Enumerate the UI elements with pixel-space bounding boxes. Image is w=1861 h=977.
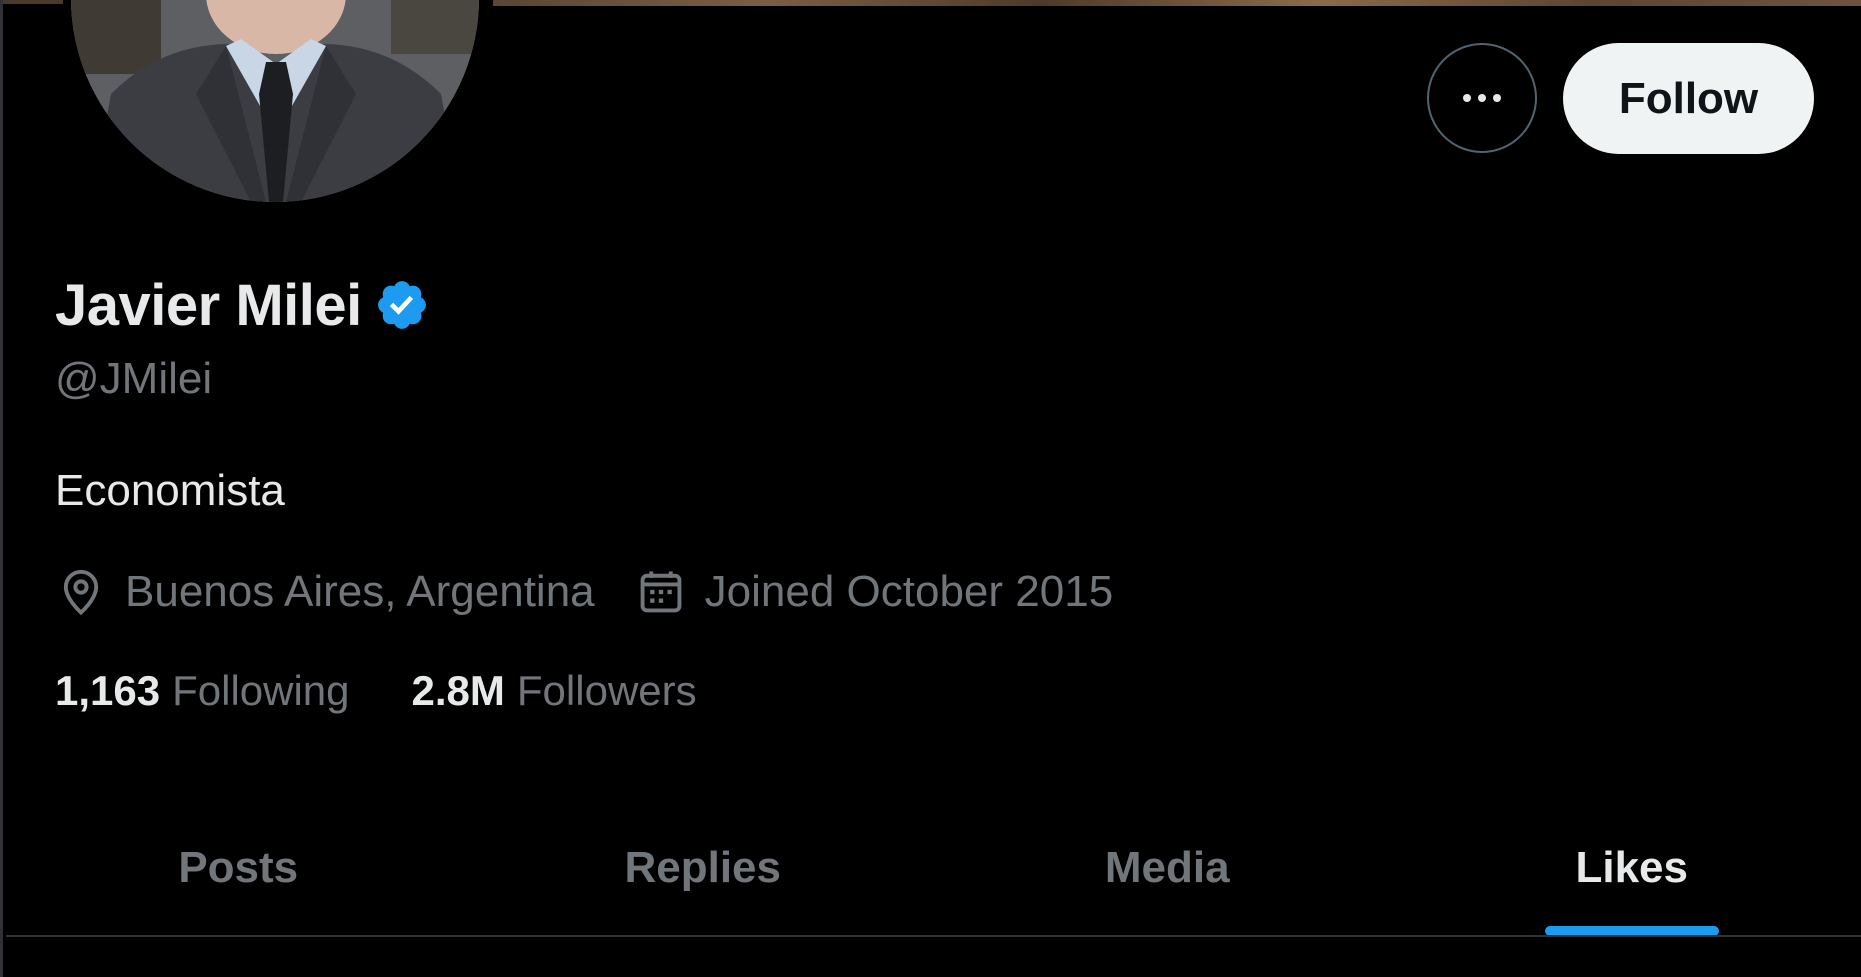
following-count: 1,163 [55, 667, 161, 714]
profile-bio: Economista [55, 466, 285, 515]
tabs-divider [6, 935, 1861, 937]
location-item: Buenos Aires, Argentina [55, 566, 595, 618]
following-link[interactable]: 1,163 Following [55, 667, 350, 715]
tab-posts-label: Posts [178, 843, 299, 892]
profile-name-row: Javier Milei [55, 270, 430, 340]
more-horizontal-icon [1463, 94, 1501, 102]
tab-media[interactable]: Media [935, 800, 1400, 936]
location-text: Buenos Aires, Argentina [125, 567, 595, 616]
followers-link[interactable]: 2.8M Followers [412, 667, 697, 715]
follow-button[interactable]: Follow [1563, 43, 1814, 154]
tab-media-label: Media [1104, 843, 1230, 892]
profile-header: Follow Javier Milei @JMilei Economista B… [0, 0, 1861, 977]
profile-name: Javier Milei [55, 272, 362, 338]
followers-count: 2.8M [411, 667, 505, 714]
banner-image[interactable] [493, 0, 1861, 6]
tab-posts[interactable]: Posts [6, 800, 471, 936]
joined-item: Joined October 2015 [635, 566, 1114, 618]
calendar-icon [635, 566, 687, 618]
more-options-button[interactable] [1427, 43, 1537, 153]
avatar[interactable] [67, 0, 483, 206]
following-label: Following [172, 667, 350, 714]
profile-meta: Buenos Aires, Argentina Joined October 2… [55, 560, 1153, 624]
verified-badge-icon[interactable] [374, 277, 430, 333]
avatar-photo [71, 0, 479, 202]
profile-handle: @JMilei [55, 354, 213, 403]
tab-replies-label: Replies [624, 843, 781, 892]
profile-tabs: Posts Replies Media Likes [6, 800, 1861, 936]
location-pin-icon [55, 566, 107, 618]
followers-label: Followers [516, 667, 697, 714]
banner-image-edge [3, 0, 63, 4]
tab-likes-label: Likes [1575, 843, 1688, 892]
tab-likes[interactable]: Likes [1400, 800, 1861, 936]
profile-stats: 1,163 Following 2.8M Followers [55, 664, 759, 718]
tab-replies[interactable]: Replies [471, 800, 936, 936]
joined-text: Joined October 2015 [704, 567, 1114, 616]
